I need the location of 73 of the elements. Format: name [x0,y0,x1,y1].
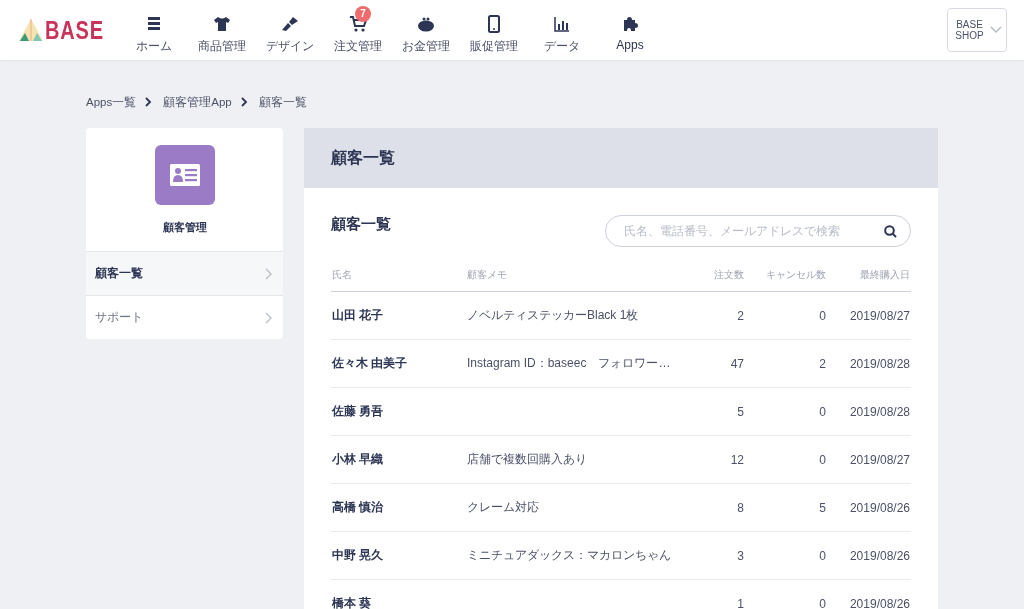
table-cell: 3 [737,548,744,563]
customer-name[interactable]: 橋本 葵 [332,596,372,609]
nav-item[interactable]: Apps [596,5,664,55]
customer-name[interactable]: 佐藤 勇吾 [332,404,384,418]
column-header: 顧客メモ [467,269,507,280]
table-cell: 5 [737,404,744,419]
table-cell: 8 [737,500,744,515]
table-cell: ミニチュアダックス：マカロンちゃん [467,548,671,562]
logo-text[interactable]: BASE [45,17,104,43]
customer-name[interactable]: 山田 花子 [332,308,384,322]
table-cell: 2019/08/28 [849,404,910,419]
section-title: 顧客一覧 [331,215,391,234]
search-icon [884,225,897,238]
column-header: 注文数 [714,269,744,280]
table-cell: 0 [819,452,826,467]
table-cell: ノベルティステッカーBlack 1枚 [467,308,639,322]
chevron-right-icon [265,311,272,324]
table-cell: 2019/08/26 [849,548,910,563]
shop-dropdown[interactable]: BASE SHOP [947,8,1007,52]
sidebar-item[interactable]: 顧客一覧 [86,252,283,296]
table-cell: 2019/08/26 [849,596,910,609]
nav-item[interactable]: 販促管理 [460,5,528,55]
nav-item[interactable]: お金管理 [392,5,460,55]
table-cell: 0 [819,596,826,609]
table-cell: 2019/08/26 [849,500,910,515]
customer-name[interactable]: 高橋 慎治 [332,500,384,514]
table-cell: クレーム対応 [467,500,539,514]
id-card-icon [154,145,215,205]
brush-icon [281,15,299,32]
column-header: キャンセル数 [766,269,826,280]
page-title: 顧客一覧 [331,147,395,168]
chevron-down-icon [989,26,1002,34]
bar-chart-icon [554,15,570,32]
shirt-icon [213,15,231,32]
customer-name[interactable]: 佐々木 由美子 [332,356,408,370]
search-field[interactable]: 氏名、電話番号、メールアドレスで検索 [605,215,911,247]
notification-badge: 7 [355,5,371,22]
nav-item[interactable]: データ [528,5,596,55]
customer-name[interactable]: 中野 晃久 [332,548,384,562]
table-cell: 店舗で複数回購入あり [467,452,587,466]
breadcrumb-item[interactable]: 顧客管理App [163,94,232,110]
table-cell: 5 [819,500,826,515]
breadcrumb-item: 顧客一覧 [258,94,307,110]
chevron-right-icon [265,267,272,280]
table-cell: 0 [819,404,826,419]
nav-item[interactable]: 商品管理 [188,5,256,55]
table-cell: 2019/08/27 [849,452,910,467]
table-cell: 47 [730,356,744,371]
nav-item[interactable]: デザイン [256,5,324,55]
table-cell: 2019/08/27 [849,308,910,323]
nav-item[interactable]: 7 注文管理 [324,5,392,55]
table-cell: 2 [819,356,826,371]
puzzle-icon [622,15,638,32]
app-name: 顧客管理 [162,220,207,235]
table-cell: 2019/08/28 [849,356,910,371]
table-cell: 0 [819,308,826,323]
table-cell: 0 [819,548,826,563]
table-cell: 2 [737,308,744,323]
customer-name[interactable]: 小林 早織 [332,452,384,466]
breadcrumb-item[interactable]: Apps一覧 [86,94,137,110]
purse-icon [417,15,435,32]
table-cell: Instagram ID：baseec フォロワー… [467,356,671,370]
table-cell: 1 [737,596,744,609]
tent-logo-icon [18,17,44,43]
chevron-right-icon [240,97,248,107]
table-cell: 12 [730,452,744,467]
nav-item[interactable]: ホーム [120,5,188,55]
chevron-right-icon [145,97,153,107]
column-header: 氏名 [332,269,352,280]
column-header: 最終購入日 [860,269,910,280]
smartphone-icon [488,14,500,33]
list-icon [146,15,162,32]
sidebar-item[interactable]: サポート [86,296,283,339]
